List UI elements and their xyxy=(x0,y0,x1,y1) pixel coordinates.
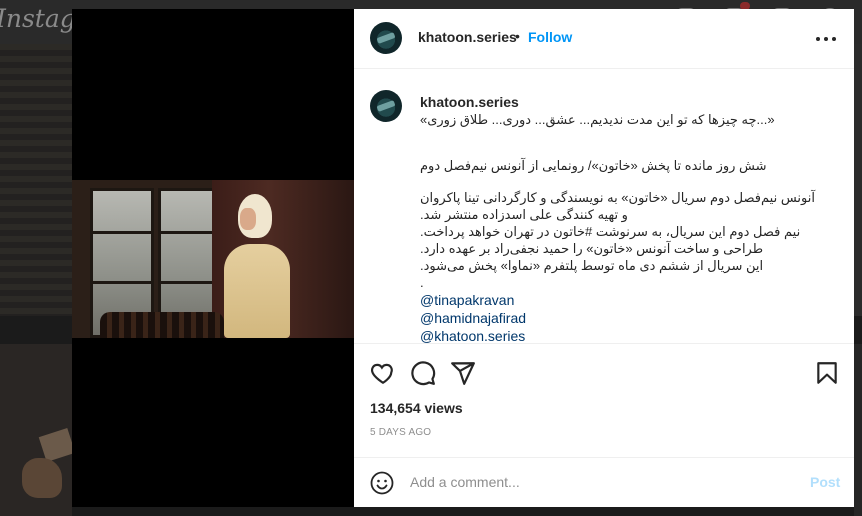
comment-bar: Add a comment... Post xyxy=(354,457,854,508)
post-timestamp[interactable]: 5 DAYS AGO xyxy=(370,427,431,438)
action-bar xyxy=(354,343,854,394)
post-media[interactable] xyxy=(72,9,354,507)
share-icon[interactable] xyxy=(450,360,476,386)
comment-input[interactable]: Add a comment... xyxy=(410,474,520,490)
view-count: 134,654 views xyxy=(370,400,463,416)
caption-area: khatoon.series «...چه چیزها که تو این مد… xyxy=(354,69,854,343)
caption-line: . xyxy=(420,275,424,290)
post-modal: khatoon.series • Follow khatoon.series «… xyxy=(72,9,854,507)
caption-line: «...چه چیزها که تو این مدت ندیدیم... عشق… xyxy=(420,112,775,127)
emoji-icon[interactable] xyxy=(370,471,394,495)
mention-link[interactable]: @tinapakravan xyxy=(420,292,514,308)
bookmark-icon[interactable] xyxy=(814,360,840,386)
post-header: khatoon.series • Follow xyxy=(354,9,854,69)
avatar[interactable] xyxy=(370,22,402,54)
more-options-icon[interactable] xyxy=(816,29,836,49)
caption-line: و تهیه کنندگی علی اسدزاده منتشر شد. xyxy=(420,207,628,222)
separator-dot: • xyxy=(515,28,520,44)
chair-shape xyxy=(100,312,224,338)
figure-body xyxy=(224,244,290,338)
comment-icon[interactable] xyxy=(410,360,436,386)
caption-line: آنونس نیم‌فصل دوم سریال «خاتون» به نویسن… xyxy=(420,190,815,205)
follow-button[interactable]: Follow xyxy=(528,29,572,45)
caption-line: این سریال از ششم دی ماه توسط پلتفرم «نما… xyxy=(420,258,764,273)
figure-face xyxy=(240,208,256,230)
background-hand xyxy=(22,458,62,498)
post-side-panel: khatoon.series • Follow khatoon.series «… xyxy=(354,9,854,507)
background-tile xyxy=(0,44,72,316)
mention-link[interactable]: @hamidnajafirad xyxy=(420,310,526,326)
caption-line: نیم فصل دوم این سریال، به سرنوشت #خاتون … xyxy=(420,224,801,239)
caption-line: شش روز مانده تا پخش «خاتون»/ رونمایی از … xyxy=(420,158,767,173)
caption-line: طراحی و ساخت آنونس «خاتون» را حمید نجفی‌… xyxy=(420,241,764,256)
caption-username[interactable]: khatoon.series xyxy=(420,94,519,110)
background-tile xyxy=(854,344,862,516)
post-photo xyxy=(72,180,354,338)
background-tile xyxy=(854,44,862,316)
post-comment-button[interactable]: Post xyxy=(810,474,840,490)
heart-icon[interactable] xyxy=(370,360,396,386)
username-link[interactable]: khatoon.series xyxy=(418,29,517,45)
caption-avatar[interactable] xyxy=(370,90,402,122)
mention-link[interactable]: @khatoon.series xyxy=(420,328,525,343)
